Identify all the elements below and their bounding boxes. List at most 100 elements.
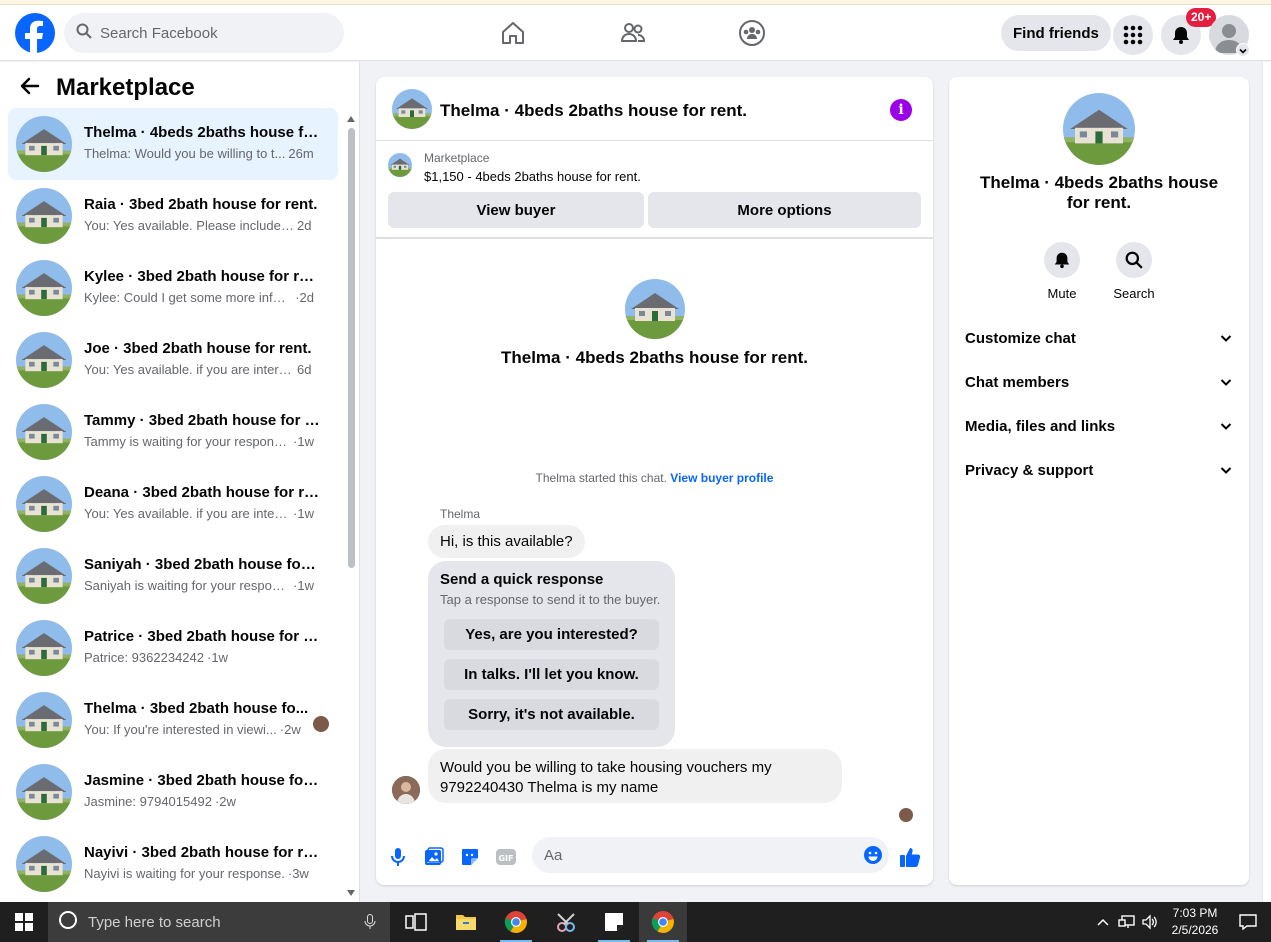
conversation-item[interactable]: Jasmine · 3bed 2bath house for ... Jasmi…	[8, 756, 338, 828]
action-center-icon[interactable]	[1234, 902, 1262, 942]
message-text: Hi, is this available?	[440, 533, 573, 550]
listing-category: Marketplace	[424, 151, 490, 165]
listing-thumbnail	[16, 116, 72, 172]
info-icon[interactable]: i	[890, 99, 912, 121]
quick-response-title: Send a quick response	[440, 571, 604, 588]
friends-icon[interactable]	[617, 17, 649, 49]
search-icon	[1116, 242, 1152, 278]
conversation-item[interactable]: Tammy · 3bed 2bath house for r... Tammy …	[8, 396, 338, 468]
conversation-item[interactable]: Joe · 3bed 2bath house for rent. You: Ye…	[8, 324, 338, 396]
like-thumbs-up-icon[interactable]	[898, 845, 922, 869]
microphone-icon[interactable]	[364, 914, 376, 935]
listing-thumbnail	[16, 548, 72, 604]
conversation-item[interactable]: Saniyah · 3bed 2bath house for r... Sani…	[8, 540, 338, 612]
message-input[interactable]	[544, 846, 844, 864]
conversation-title: Tammy · 3bed 2bath house for r...	[84, 412, 320, 429]
taskbar-search-input[interactable]	[88, 913, 338, 931]
gif-icon[interactable]: GIF	[494, 845, 518, 869]
conversation-title: Deana · 3bed 2bath house for re...	[84, 484, 320, 501]
chat-details-panel: Thelma · 4beds 2baths house for rent. Mu…	[949, 77, 1249, 885]
conversation-item[interactable]: Nayivi · 3bed 2bath house for re... Nayi…	[8, 828, 338, 900]
listing-thumbnail	[16, 260, 72, 316]
network-icon[interactable]	[1116, 902, 1138, 942]
mute-button[interactable]: Mute	[1032, 242, 1092, 301]
listing-thumbnail	[16, 188, 72, 244]
microphone-icon[interactable]	[386, 845, 410, 869]
chevron-up-icon[interactable]	[1094, 902, 1112, 942]
chat-members-section[interactable]: Chat members	[957, 360, 1241, 404]
marketplace-header: Marketplace	[20, 74, 195, 102]
facebook-logo-icon[interactable]	[15, 13, 55, 53]
back-arrow-icon[interactable]	[20, 76, 40, 101]
conversation-title: Jasmine · 3bed 2bath house for ...	[84, 772, 320, 789]
snipping-tool-icon[interactable]	[542, 902, 590, 942]
scroll-down-icon[interactable]	[346, 888, 356, 898]
windows-start-icon[interactable]	[0, 902, 48, 942]
quick-response-button[interactable]: Yes, are you interested?	[444, 619, 659, 650]
mute-label: Mute	[1047, 286, 1077, 301]
scroll-up-icon[interactable]	[346, 114, 356, 124]
section-label: Media, files and links	[965, 417, 1116, 435]
search-label: Search	[1113, 286, 1155, 301]
conversation-item[interactable]: Raia · 3bed 2bath house for rent. You: Y…	[8, 180, 338, 252]
message-bubble[interactable]: Hi, is this available?	[428, 525, 585, 558]
conversation-item[interactable]: Thelma · 3bed 2bath house fo... You: If …	[8, 684, 338, 756]
section-label: Privacy & support	[965, 461, 1094, 479]
conversation-item[interactable]: Patrice · 3bed 2bath house for r... Patr…	[8, 612, 338, 684]
quick-response-button[interactable]: In talks. I'll let you know.	[444, 659, 659, 690]
conversation-preview: You: Yes available. if you are interes..…	[84, 362, 294, 377]
chrome-active-window-icon[interactable]	[639, 902, 687, 942]
sticker-icon[interactable]	[458, 845, 482, 869]
listing-thumbnail	[16, 764, 72, 820]
message-text: 9792240430 Thelma is my name	[440, 779, 659, 796]
message-input-box[interactable]	[532, 837, 889, 873]
find-friends-button[interactable]: Find friends	[1001, 15, 1111, 51]
sticky-notes-icon[interactable]	[590, 902, 638, 942]
more-options-button[interactable]: More options	[648, 192, 921, 228]
groups-icon[interactable]	[736, 17, 768, 49]
sidebar-scrollbar[interactable]	[346, 112, 356, 902]
listing-thumbnail	[16, 404, 72, 460]
view-buyer-profile-link[interactable]: View buyer profile	[670, 471, 773, 485]
conversation-item[interactable]: Thelma · 4beds 2baths house fo... Thelma…	[8, 108, 338, 180]
customize-chat-section[interactable]: Customize chat	[957, 316, 1241, 360]
search-chat-button[interactable]: Search	[1104, 242, 1164, 301]
emoji-icon[interactable]	[863, 845, 883, 870]
task-view-icon[interactable]	[392, 902, 440, 942]
scrollbar-thumb[interactable]	[348, 128, 355, 568]
conversation-title: Joe · 3bed 2bath house for rent.	[84, 340, 312, 357]
listing-price[interactable]: $1,150 - 4beds 2baths house for rent.	[424, 169, 641, 184]
privacy-support-section[interactable]: Privacy & support	[957, 448, 1241, 492]
windows-taskbar: 7:03 PM 2/5/2026	[0, 902, 1271, 942]
chevron-down-icon[interactable]	[1236, 43, 1250, 57]
conversation-preview: Tammy is waiting for your response.	[84, 434, 291, 449]
home-icon[interactable]	[497, 17, 529, 49]
file-explorer-icon[interactable]	[442, 902, 490, 942]
conversation-time: ·1w	[293, 506, 314, 521]
view-buyer-button[interactable]: View buyer	[388, 192, 644, 228]
media-files-links-section[interactable]: Media, files and links	[957, 404, 1241, 448]
conversation-title: Nayivi · 3bed 2bath house for re...	[84, 844, 320, 861]
message-bubble[interactable]: Would you be willing to take housing vou…	[428, 749, 842, 803]
facebook-search-input[interactable]	[100, 24, 320, 42]
quick-response-button[interactable]: Sorry, it's not available.	[444, 699, 659, 730]
sender-avatar[interactable]	[392, 776, 420, 804]
volume-icon[interactable]	[1140, 902, 1160, 942]
taskbar-search-box[interactable]	[48, 902, 390, 942]
chrome-icon[interactable]	[492, 902, 540, 942]
facebook-search-box[interactable]	[64, 13, 344, 53]
conversation-time: ·2w	[214, 794, 236, 809]
conversation-item[interactable]: Deana · 3bed 2bath house for re... You: …	[8, 468, 338, 540]
menu-grid-icon[interactable]	[1113, 15, 1153, 55]
chevron-down-icon	[1220, 335, 1232, 342]
page-scrollbar[interactable]	[1262, 62, 1271, 902]
conversation-item[interactable]: Kylee · 3bed 2bath house for rent. Kylee…	[8, 252, 338, 324]
chat-title[interactable]: Thelma · 4beds 2baths house for rent.	[440, 101, 747, 121]
photo-icon[interactable]	[422, 845, 446, 869]
conversation-preview: You: If you're interested in viewi...	[84, 722, 277, 737]
conversation-time: ·1w	[293, 578, 314, 593]
conversation-preview: Jasmine: 9794015492	[84, 794, 212, 809]
conversation-time: ·1w	[293, 434, 314, 449]
taskbar-clock[interactable]: 7:03 PM 2/5/2026	[1160, 905, 1230, 939]
search-icon	[76, 23, 92, 44]
